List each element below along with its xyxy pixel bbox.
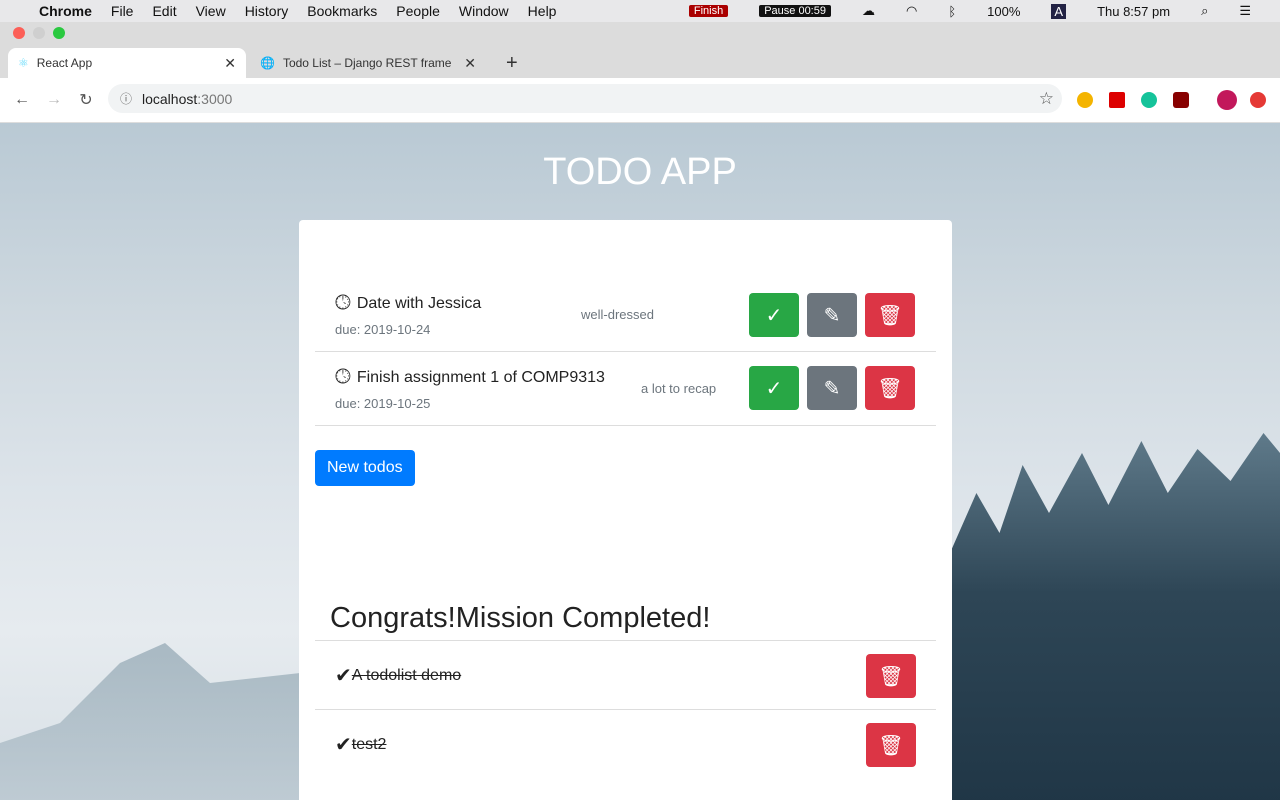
close-tab-icon[interactable]: ✕ bbox=[224, 55, 236, 72]
todo-item: 🕓︎ Finish assignment 1 of COMP9313 due: 2… bbox=[315, 352, 936, 426]
close-window-button[interactable] bbox=[13, 27, 25, 39]
todo-due: due: 2019-10-25 bbox=[335, 396, 431, 411]
menu-history[interactable]: History bbox=[245, 3, 289, 19]
menu-people[interactable]: People bbox=[396, 3, 440, 19]
double-check-icon: ✔ bbox=[335, 734, 352, 756]
tab-label: React App bbox=[36, 56, 93, 70]
completed-heading: Congrats!Mission Completed! bbox=[330, 602, 711, 634]
menu-bookmarks[interactable]: Bookmarks bbox=[307, 3, 377, 19]
forward-icon[interactable]: → bbox=[38, 91, 70, 109]
menu-help[interactable]: Help bbox=[528, 3, 557, 19]
edit-button[interactable]: ✎ bbox=[807, 293, 857, 337]
background-forest bbox=[950, 433, 1280, 800]
tab-label: Todo List – Django REST frame bbox=[282, 56, 452, 70]
react-icon: ⚛ bbox=[18, 56, 29, 70]
edit-button[interactable]: ✎ bbox=[807, 366, 857, 410]
bookmark-star-icon[interactable]: ☆ bbox=[1039, 89, 1054, 109]
battery-percent[interactable]: 100% bbox=[987, 4, 1020, 19]
menu-view[interactable]: View bbox=[196, 3, 226, 19]
globe-icon: 🌐 bbox=[260, 56, 275, 70]
reload-icon[interactable]: ↻ bbox=[70, 90, 102, 110]
completed-title-row: ✔ test2 bbox=[335, 732, 386, 757]
menu-file[interactable]: File bbox=[111, 3, 134, 19]
background-fog bbox=[0, 643, 300, 800]
todo-title: Finish assignment 1 of COMP9313 bbox=[356, 368, 605, 386]
delete-button[interactable]: 🗑︎ bbox=[866, 654, 916, 698]
delete-button[interactable]: 🗑︎ bbox=[865, 293, 915, 337]
completed-title: test2 bbox=[351, 735, 387, 753]
maximize-window-button[interactable] bbox=[53, 27, 65, 39]
address-bar[interactable]: ⓘ localhost:3000 ☆ bbox=[108, 84, 1062, 113]
todo-item: 🕓︎ Date with Jessica due: 2019-10-24 well… bbox=[315, 278, 936, 352]
clock-icon: 🕓︎ bbox=[335, 292, 351, 314]
todo-title-row: 🕓︎ Date with Jessica bbox=[335, 292, 481, 315]
search-icon[interactable]: ⌕ bbox=[1201, 3, 1208, 19]
todo-description: well-dressed bbox=[581, 307, 654, 322]
grammarly-icon[interactable] bbox=[1141, 92, 1157, 108]
extension-icon[interactable] bbox=[1077, 92, 1093, 108]
completed-title: A todolist demo bbox=[351, 666, 462, 684]
pdf-extension-icon[interactable] bbox=[1109, 92, 1125, 108]
app-page: TODO APP 🕓︎ Date with Jessica due: 2019-1… bbox=[0, 123, 1280, 800]
ublock-icon[interactable] bbox=[1173, 92, 1189, 108]
delete-button[interactable]: 🗑︎ bbox=[865, 366, 915, 410]
back-icon[interactable]: ← bbox=[6, 91, 38, 109]
tab-django[interactable]: 🌐 Todo List – Django REST frame ✕ bbox=[250, 48, 486, 78]
menu-window[interactable]: Window bbox=[459, 3, 509, 19]
menu-list-icon[interactable]: ☰ bbox=[1239, 3, 1251, 19]
menu-edit[interactable]: Edit bbox=[152, 3, 176, 19]
profile-avatar[interactable] bbox=[1217, 90, 1237, 110]
update-icon[interactable] bbox=[1250, 92, 1266, 108]
info-icon[interactable]: ⓘ bbox=[120, 90, 132, 107]
input-source[interactable]: A bbox=[1051, 3, 1067, 19]
completed-item: ✔ A todolist demo 🗑︎ bbox=[315, 640, 936, 709]
complete-button[interactable]: ✓ bbox=[749, 366, 799, 410]
complete-button[interactable]: ✓ bbox=[749, 293, 799, 337]
clock[interactable]: Thu 8:57 pm bbox=[1097, 4, 1170, 19]
completed-title-row: ✔ A todolist demo bbox=[335, 663, 461, 688]
todo-title: Date with Jessica bbox=[356, 294, 482, 312]
clock-icon: 🕓︎ bbox=[335, 366, 351, 388]
todo-due: due: 2019-10-24 bbox=[335, 322, 431, 337]
delete-button[interactable]: 🗑︎ bbox=[866, 723, 916, 767]
todo-title-row: 🕓︎ Finish assignment 1 of COMP9313 bbox=[335, 366, 605, 389]
todo-card: 🕓︎ Date with Jessica due: 2019-10-24 well… bbox=[299, 220, 952, 800]
window-titlebar bbox=[0, 22, 1280, 44]
new-todos-button[interactable]: New todos bbox=[315, 450, 415, 486]
tab-react-app[interactable]: ⚛ React App ✕ bbox=[8, 48, 246, 78]
page-title: TODO APP bbox=[543, 151, 737, 193]
timer-button[interactable]: Pause 00:59 bbox=[759, 5, 831, 17]
double-check-icon: ✔ bbox=[335, 665, 352, 687]
finish-button[interactable]: Finish bbox=[688, 5, 729, 17]
url-port: :3000 bbox=[197, 90, 233, 107]
close-tab-icon[interactable]: ✕ bbox=[464, 55, 476, 72]
menu-app[interactable]: Chrome bbox=[39, 3, 92, 19]
minimize-window-button[interactable] bbox=[33, 27, 45, 39]
cloud-icon[interactable]: ☁ bbox=[862, 3, 875, 19]
new-tab-button[interactable]: + bbox=[496, 48, 528, 78]
bluetooth-icon[interactable]: ᛒ bbox=[948, 4, 956, 19]
macos-menubar: Chrome File Edit View History Bookmarks … bbox=[0, 0, 1280, 22]
wifi-icon[interactable]: ◠ bbox=[906, 3, 917, 19]
browser-toolbar: ← → ↻ ⓘ localhost:3000 ☆ bbox=[0, 78, 1280, 123]
todo-description: a lot to recap bbox=[641, 381, 717, 396]
url-host: localhost bbox=[142, 90, 198, 107]
tab-strip: ⚛ React App ✕ 🌐 Todo List – Django REST … bbox=[0, 44, 1280, 78]
completed-item: ✔ test2 🗑︎ bbox=[315, 709, 936, 778]
